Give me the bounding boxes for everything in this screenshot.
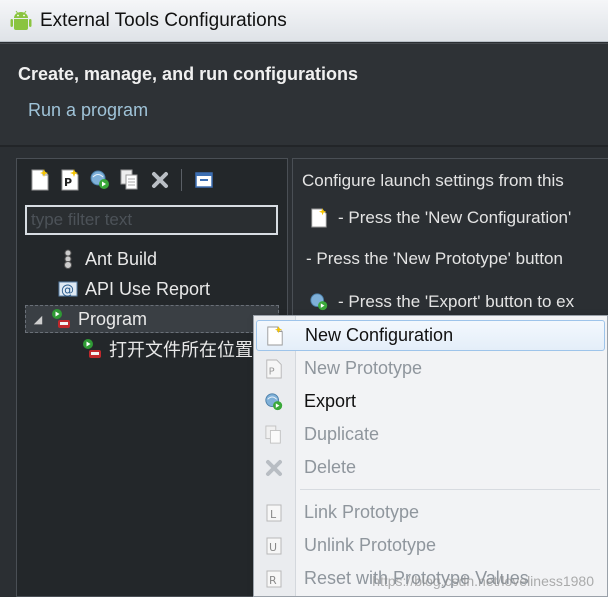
ant-build-icon	[57, 248, 79, 270]
svg-text:L: L	[270, 508, 277, 521]
tree-item-ant-build[interactable]: Ant Build	[57, 245, 277, 273]
info-line-export: - Press the 'Export' button to ex	[308, 291, 574, 313]
api-report-icon: @	[57, 278, 79, 300]
new-prototype-icon: P	[256, 353, 292, 384]
export-icon	[256, 386, 292, 417]
tree-item-api-use-report[interactable]: @ API Use Report	[57, 275, 277, 303]
new-config-icon	[308, 207, 330, 229]
menu-separator	[300, 489, 600, 490]
menu-item-label: New Configuration	[305, 325, 454, 345]
menu-item-link-prototype[interactable]: L Link Prototype	[256, 497, 605, 528]
menu-item-label: New Prototype	[304, 358, 423, 378]
window-title: External Tools Configurations	[40, 10, 287, 31]
reset-prototype-icon: R	[256, 563, 292, 594]
info-line: Configure launch settings from this	[302, 171, 564, 190]
title-bar: External Tools Configurations	[0, 0, 608, 42]
new-prototype-icon[interactable]: P	[57, 167, 83, 193]
tree-item-label: API Use Report	[85, 278, 211, 299]
info-line-new-config: - Press the 'New Configuration'	[308, 207, 571, 229]
tree-toolbar: P	[23, 165, 283, 195]
expand-arrow-icon[interactable]: ◢	[26, 313, 50, 326]
export-icon	[308, 291, 330, 313]
header-subtitle: Run a program	[28, 100, 149, 120]
configuration-tree-panel: P Ant Build @ API Use Report	[16, 158, 288, 597]
link-prototype-icon: L	[256, 497, 292, 528]
android-icon	[10, 10, 32, 30]
new-config-icon[interactable]	[27, 167, 53, 193]
info-text: - Press the 'New Configuration'	[338, 208, 572, 227]
duplicate-icon	[256, 419, 292, 450]
program-icon	[50, 308, 72, 330]
tree-item-program[interactable]: ◢ Program	[25, 305, 279, 333]
svg-text:P: P	[64, 176, 72, 189]
duplicate-icon[interactable]	[117, 167, 143, 193]
svg-text:U: U	[269, 541, 277, 554]
info-line: - Press the 'New Prototype' button	[306, 249, 563, 268]
menu-item-duplicate[interactable]: Duplicate	[256, 419, 605, 450]
filter-input[interactable]	[25, 205, 278, 235]
menu-item-label: Unlink Prototype	[304, 535, 437, 555]
menu-item-delete[interactable]: Delete	[256, 452, 605, 483]
watermark: https://blog.csdn.net/loveliness1980	[372, 573, 594, 589]
menu-item-new-prototype[interactable]: P New Prototype	[256, 353, 605, 384]
menu-item-label: Link Prototype	[304, 502, 420, 522]
menu-item-new-configuration[interactable]: New Configuration	[256, 320, 605, 351]
tree-item-label: Program	[78, 308, 148, 329]
tree-item-label: Ant Build	[85, 248, 158, 269]
menu-item-unlink-prototype[interactable]: U Unlink Prototype	[256, 530, 605, 561]
menu-item-label: Duplicate	[304, 424, 380, 444]
tree-item-label: 打开文件所在位置	[109, 340, 253, 360]
program-config-icon	[81, 338, 103, 360]
menu-item-label: Delete	[304, 457, 357, 477]
svg-text:P: P	[269, 366, 275, 377]
dialog-header: Create, manage, and run configurations R…	[0, 43, 608, 147]
svg-text:@: @	[61, 283, 74, 298]
export-icon[interactable]	[87, 167, 113, 193]
collapse-all-icon[interactable]	[191, 167, 217, 193]
context-menu: New Configuration P New Prototype Export…	[253, 315, 608, 597]
menu-item-label: Export	[304, 391, 357, 411]
delete-icon	[256, 452, 292, 483]
unlink-prototype-icon: U	[256, 530, 292, 561]
header-title: Create, manage, and run configurations	[18, 64, 359, 84]
toolbar-separator	[181, 169, 182, 191]
delete-icon[interactable]	[147, 167, 173, 193]
info-text: - Press the 'Export' button to ex	[338, 292, 575, 311]
menu-item-export[interactable]: Export	[256, 386, 605, 417]
svg-text:R: R	[269, 574, 277, 587]
new-config-icon	[257, 320, 293, 351]
